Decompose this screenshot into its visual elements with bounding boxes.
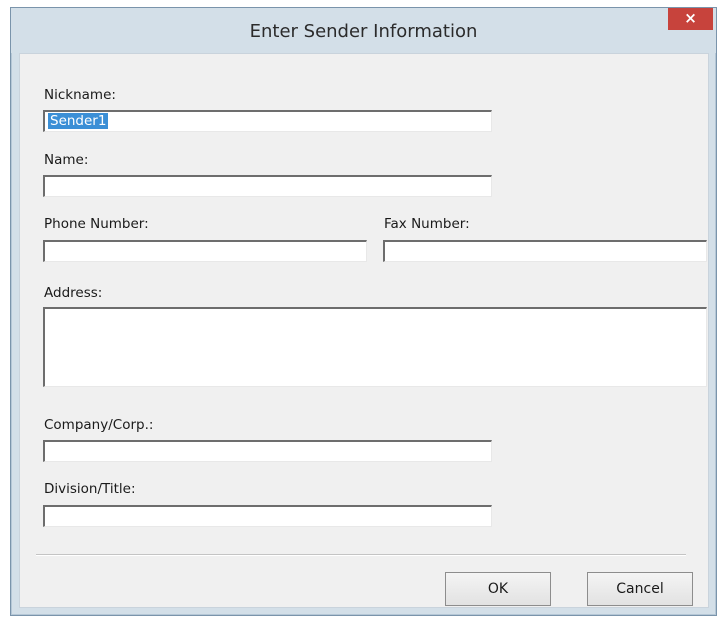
nickname-input[interactable]: Sender1 [43, 110, 492, 132]
nickname-label: Nickname: [44, 87, 116, 103]
address-textarea[interactable] [43, 307, 707, 387]
phone-number-input[interactable] [43, 240, 367, 262]
dialog-body: Nickname: Sender1 Name: Phone Number: Fa… [19, 53, 709, 608]
fax-number-label: Fax Number: [384, 216, 470, 232]
phone-number-label: Phone Number: [44, 216, 149, 232]
nickname-selected-text: Sender1 [48, 113, 109, 129]
company-label: Company/Corp.: [44, 417, 154, 433]
dialog-title: Enter Sender Information [249, 21, 478, 42]
address-label: Address: [44, 285, 103, 301]
title-bar[interactable]: Enter Sender Information × [11, 8, 716, 53]
sender-info-dialog: Enter Sender Information × Nickname: Sen… [10, 7, 717, 616]
name-label: Name: [44, 152, 89, 168]
name-input[interactable] [43, 175, 492, 197]
fax-number-input[interactable] [383, 240, 707, 262]
division-title-input[interactable] [43, 505, 492, 527]
division-title-label: Division/Title: [44, 481, 136, 497]
company-input[interactable] [43, 440, 492, 462]
ok-button[interactable]: OK [445, 572, 551, 606]
close-icon: × [684, 9, 697, 27]
button-separator [36, 554, 686, 556]
cancel-button[interactable]: Cancel [587, 572, 693, 606]
close-button[interactable]: × [668, 8, 713, 30]
